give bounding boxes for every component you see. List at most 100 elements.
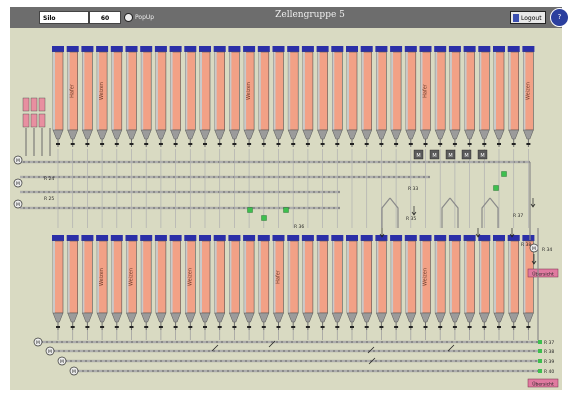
lower-valve[interactable] [276, 326, 281, 328]
lower-hopper [96, 312, 108, 323]
upper-valve[interactable] [291, 143, 296, 145]
valve-green[interactable] [538, 340, 542, 344]
upper-valve[interactable] [261, 143, 266, 145]
upper-valve[interactable] [526, 143, 531, 145]
silo-field[interactable]: Silo [39, 11, 89, 24]
upper-hopper [390, 129, 402, 140]
valve-green[interactable] [283, 207, 289, 213]
upper-valve[interactable] [364, 143, 369, 145]
lower-valve[interactable] [247, 326, 252, 328]
conveyor-label-r24: R 24 [44, 176, 54, 182]
feeder-box[interactable] [22, 97, 30, 112]
valve-green[interactable] [538, 369, 542, 373]
lower-valve[interactable] [452, 326, 457, 328]
upper-valve[interactable] [305, 143, 310, 145]
valve-green[interactable] [261, 215, 267, 221]
feeder-box[interactable] [38, 113, 46, 128]
upper-valve[interactable] [423, 143, 428, 145]
upper-valve[interactable] [350, 143, 354, 145]
upper-valve[interactable] [100, 143, 105, 145]
lower-valve[interactable] [379, 326, 384, 328]
motor-label: M [36, 340, 40, 346]
valve-green[interactable] [247, 207, 253, 213]
lower-valve[interactable] [408, 326, 413, 328]
upper-valve[interactable] [217, 143, 222, 145]
lower-valve[interactable] [70, 326, 75, 328]
upper-valve[interactable] [497, 143, 501, 145]
lower-valve[interactable] [261, 326, 266, 328]
lower-valve[interactable] [173, 326, 178, 328]
lower-valve[interactable] [335, 326, 340, 328]
lower-bin-header [199, 235, 211, 241]
upper-valve[interactable] [394, 143, 399, 145]
upper-valve[interactable] [173, 143, 178, 145]
valve-green[interactable] [538, 349, 542, 353]
help-icon[interactable]: ? [550, 8, 569, 27]
lower-valve[interactable] [129, 326, 134, 328]
lower-valve[interactable] [232, 326, 237, 328]
feeder-box[interactable] [30, 113, 38, 128]
upper-valve[interactable] [247, 143, 252, 145]
lower-valve[interactable] [188, 326, 193, 328]
upper-valve[interactable] [511, 143, 516, 145]
lower-valve[interactable] [526, 326, 531, 328]
upper-hopper [184, 129, 196, 140]
upper-hopper [287, 129, 299, 140]
lower-bin-header [301, 235, 314, 241]
lower-bin-header [81, 235, 94, 241]
lower-valve[interactable] [350, 326, 354, 328]
upper-valve[interactable] [232, 143, 237, 145]
upper-valve[interactable] [144, 143, 149, 145]
upper-valve[interactable] [320, 143, 325, 145]
upper-valve[interactable] [482, 143, 487, 145]
lower-valve[interactable] [394, 326, 399, 328]
upper-valve[interactable] [452, 143, 457, 145]
lower-valve[interactable] [291, 326, 296, 328]
upper-bin-shade [302, 52, 305, 130]
lower-valve[interactable] [482, 326, 487, 328]
upper-valve[interactable] [85, 143, 90, 145]
lower-valve[interactable] [114, 326, 119, 328]
upper-bin-shade [53, 52, 55, 130]
upper-bin-header [199, 46, 211, 52]
upper-valve[interactable] [70, 143, 75, 145]
upper-valve[interactable] [188, 143, 193, 145]
lower-valve[interactable] [158, 326, 163, 328]
valve-green[interactable] [501, 171, 507, 177]
feeder-box[interactable] [30, 97, 38, 112]
upper-valve[interactable] [129, 143, 134, 145]
upper-valve[interactable] [467, 143, 472, 145]
upper-valve[interactable] [203, 143, 207, 145]
upper-valve[interactable] [408, 143, 413, 145]
valve-green[interactable] [493, 185, 499, 191]
feeder-box[interactable] [38, 97, 46, 112]
upper-valve[interactable] [335, 143, 340, 145]
feeder-box[interactable] [22, 113, 30, 128]
upper-valve[interactable] [276, 143, 281, 145]
lower-valve[interactable] [511, 326, 516, 328]
upper-bin-shade [347, 52, 349, 130]
upper-valve[interactable] [56, 143, 60, 145]
lower-valve[interactable] [438, 326, 443, 328]
upper-valve[interactable] [158, 143, 163, 145]
upper-valve[interactable] [114, 143, 119, 145]
upper-valve[interactable] [438, 143, 443, 145]
lower-valve[interactable] [364, 326, 369, 328]
lower-bin-shade [508, 241, 511, 313]
lower-valve[interactable] [305, 326, 310, 328]
lower-valve[interactable] [467, 326, 472, 328]
lower-valve[interactable] [423, 326, 428, 328]
lower-valve[interactable] [497, 326, 501, 328]
popup-toggle[interactable]: PopUp [124, 11, 154, 24]
logout-button[interactable]: Logout [510, 11, 546, 24]
lower-valve[interactable] [217, 326, 222, 328]
lower-valve[interactable] [144, 326, 149, 328]
lower-valve[interactable] [320, 326, 325, 328]
upper-valve[interactable] [379, 143, 384, 145]
valve-green[interactable] [538, 359, 542, 363]
lower-valve[interactable] [100, 326, 105, 328]
lower-valve[interactable] [56, 326, 60, 328]
lower-valve[interactable] [85, 326, 90, 328]
lower-valve[interactable] [203, 326, 207, 328]
silo-value-field[interactable]: 60 [89, 11, 121, 24]
